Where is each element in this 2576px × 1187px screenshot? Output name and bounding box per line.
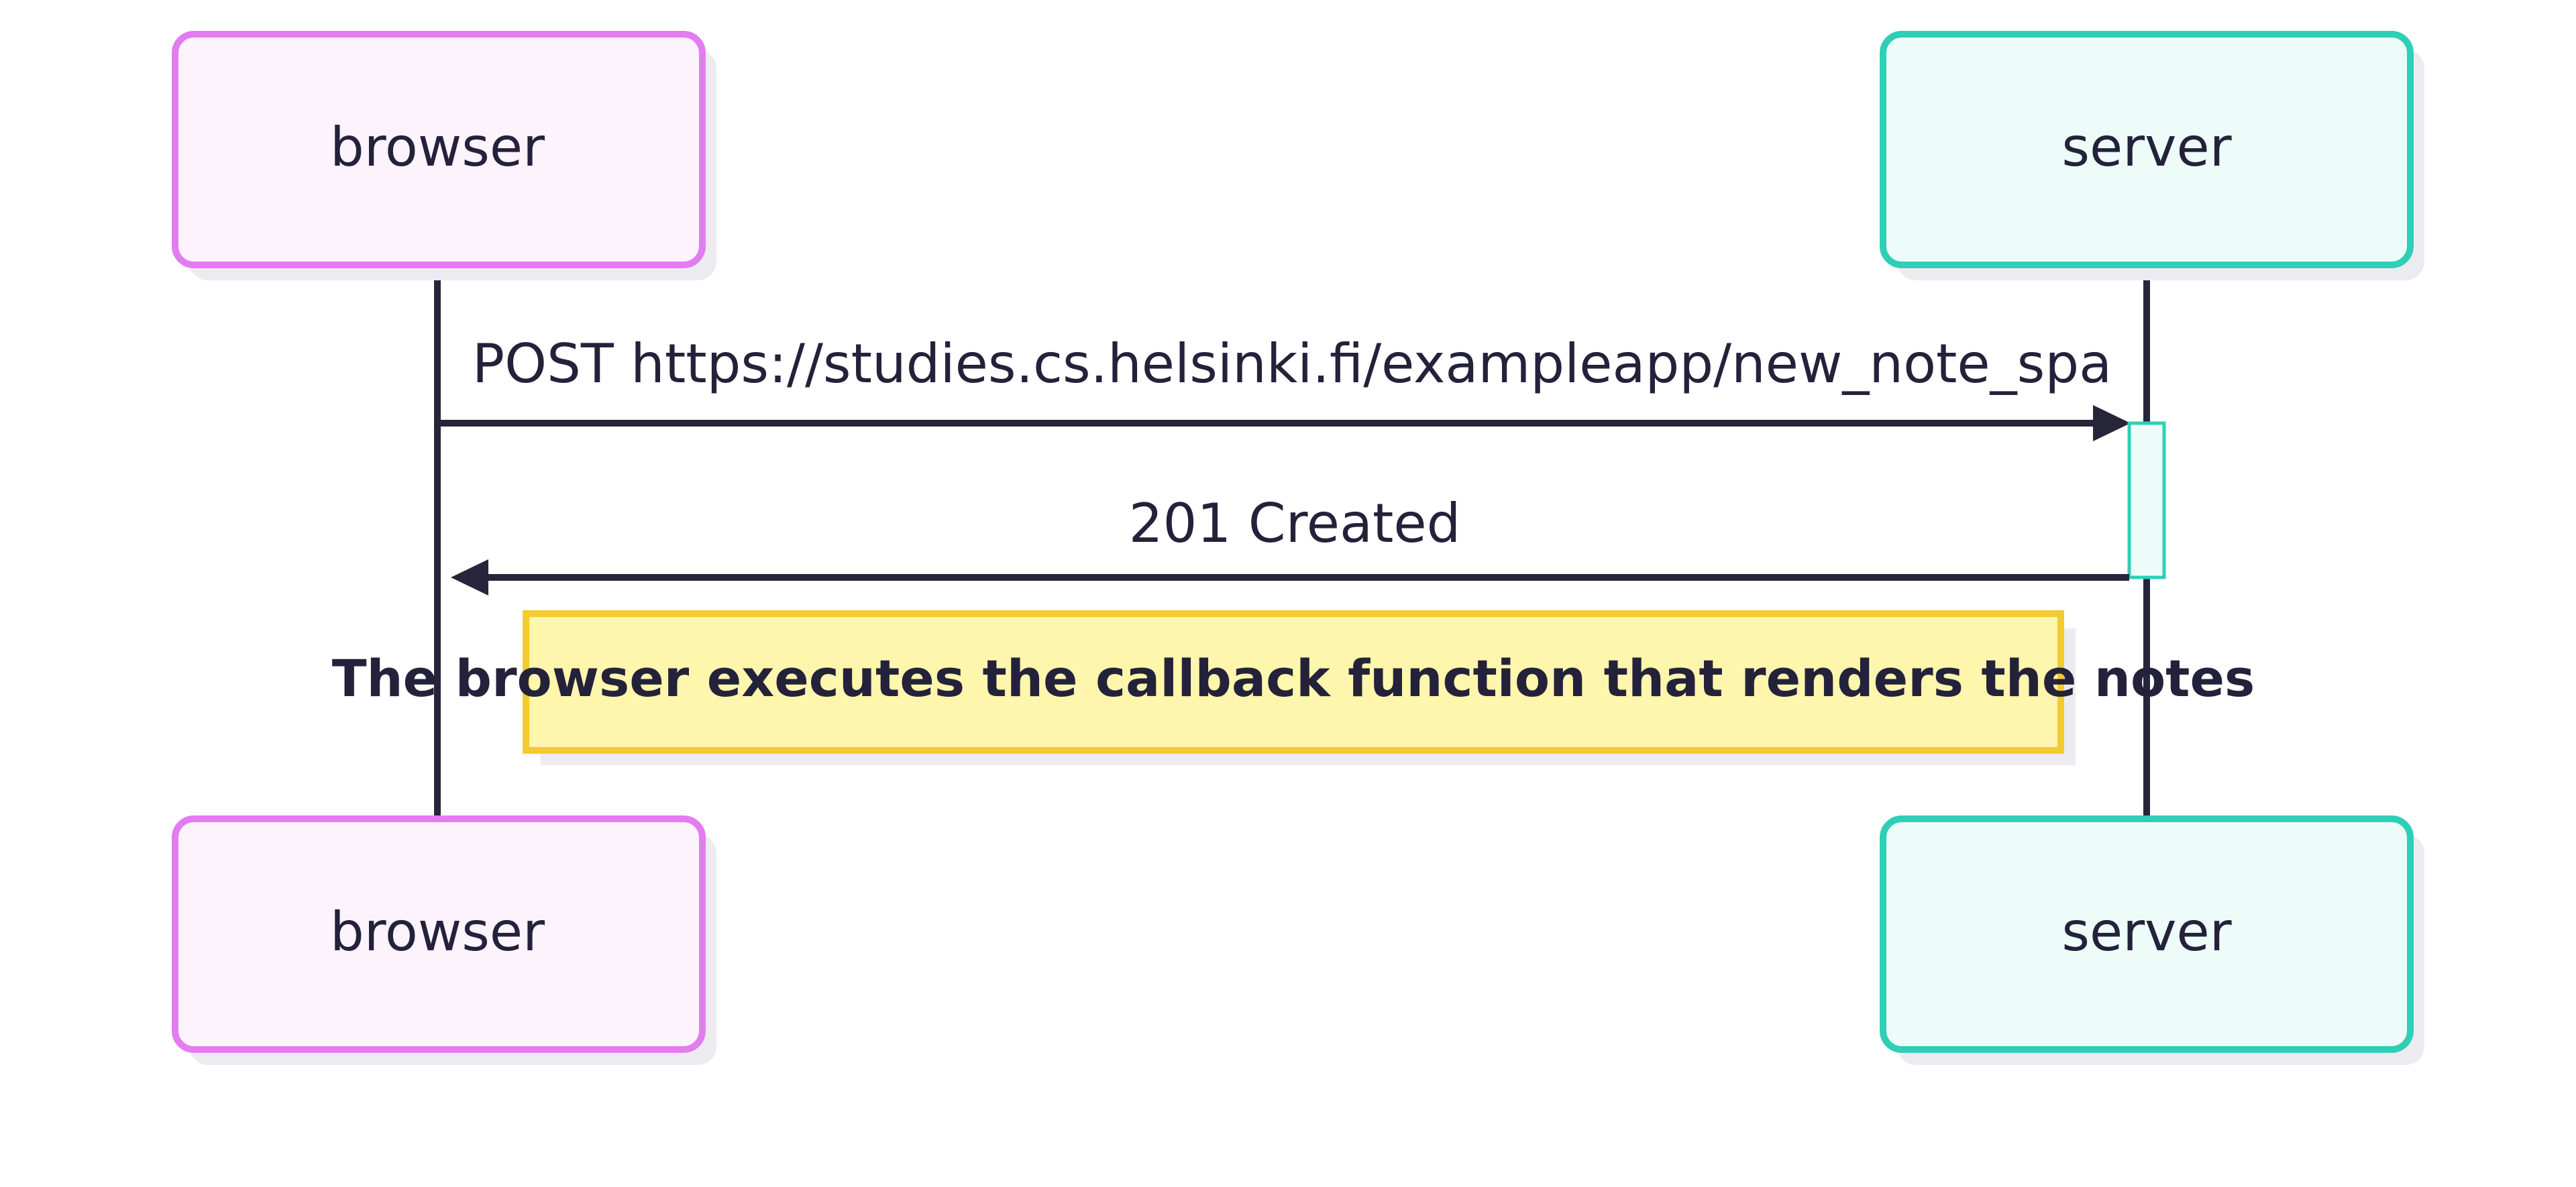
actor-label-server-top: server (2061, 116, 2231, 178)
note-text: The browser executes the callback functi… (332, 648, 2255, 708)
actor-label-browser-top: browser (330, 116, 545, 178)
note: The browser executes the callback functi… (332, 610, 2255, 765)
server-activation (2127, 421, 2166, 579)
sequence-diagram: browser server POST https://studies.cs.h… (172, 31, 2424, 1065)
actor-server-bottom: server (1880, 815, 2424, 1065)
actor-server-top: server (1880, 31, 2424, 280)
actor-browser-bottom: browser (172, 815, 716, 1065)
message-2-label: 201 Created (1129, 492, 1461, 555)
message-2-arrowhead (451, 559, 488, 596)
actor-label-server-bottom: server (2061, 901, 2231, 963)
message-1-arrowhead (2093, 405, 2131, 441)
actor-label-browser-bottom: browser (330, 901, 545, 963)
actor-browser-top: browser (172, 31, 716, 280)
message-1-label: POST https://studies.cs.helsinki.fi/exam… (472, 333, 2112, 395)
